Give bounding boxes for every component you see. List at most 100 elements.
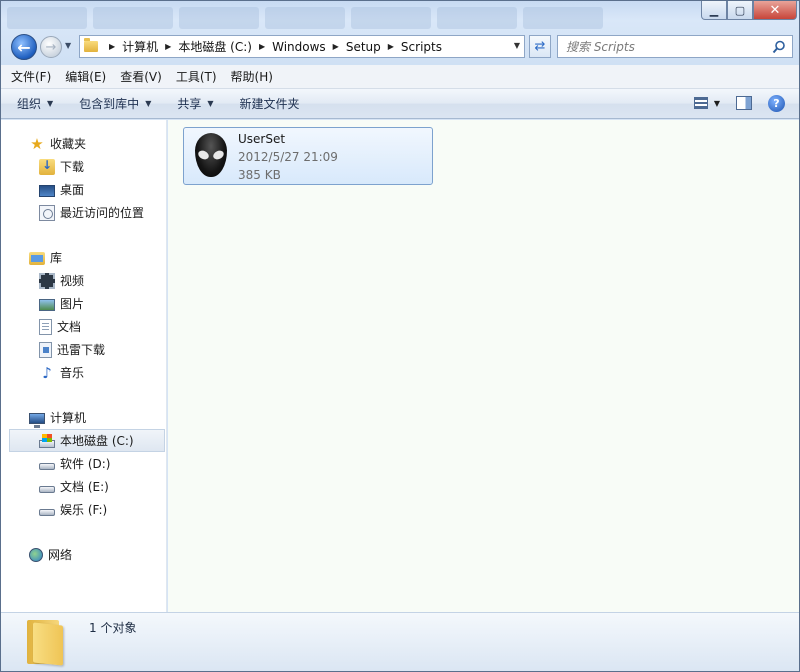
favorites-group: ★ 收藏夹 下载 桌面 最近访问的位置: [1, 132, 166, 224]
address-dropdown-icon[interactable]: ▼: [514, 41, 520, 50]
breadcrumb-computer[interactable]: 计算机: [122, 38, 158, 55]
sidebar-item-favorites[interactable]: ★ 收藏夹: [1, 132, 166, 155]
sidebar-item-pictures[interactable]: 图片: [1, 292, 166, 315]
item-count: 1 个对象: [89, 621, 137, 635]
sidebar-item-label: 图片: [60, 297, 85, 311]
sidebar-item-thunder-downloads[interactable]: 迅雷下载: [1, 338, 166, 361]
sidebar-item-drive-e[interactable]: 文档 (E:): [1, 475, 166, 498]
refresh-button[interactable]: ⇄: [529, 35, 551, 58]
libraries-group: 库 视频 图片 文档 迅雷下载 ♪ 音乐: [1, 246, 166, 384]
help-icon[interactable]: ?: [768, 94, 785, 112]
sidebar-item-videos[interactable]: 视频: [1, 269, 166, 292]
refresh-icon: ⇄: [534, 39, 546, 54]
details-pane: 1 个对象: [1, 612, 799, 671]
window-frame: ▁ ▢ ✕ ← → ▼ ▶ 计算机 ▶ 本地磁盘 (C:) ▶ Windows: [1, 1, 799, 65]
file-item-userset[interactable]: UserSet 2012/5/27 21:09 385 KB: [183, 127, 433, 185]
menu-help[interactable]: 帮助(H): [231, 68, 273, 85]
menu-tools[interactable]: 工具(T): [176, 68, 217, 85]
minimize-button[interactable]: ▁: [701, 1, 727, 20]
search-input[interactable]: [566, 39, 766, 54]
sidebar-item-music[interactable]: ♪ 音乐: [1, 361, 166, 384]
document-icon: [39, 318, 52, 335]
window-controls: ▁ ▢ ✕: [701, 1, 797, 20]
network-group: 网络: [1, 543, 166, 566]
hard-drive-icon: [39, 463, 55, 470]
computer-group: 计算机 本地磁盘 (C:) 软件 (D:) 文档 (E:) 娱乐 (F:): [1, 406, 166, 521]
menu-bar: 文件(F) 编辑(E) 查看(V) 工具(T) 帮助(H): [1, 65, 799, 89]
breadcrumb-local-disk[interactable]: 本地磁盘 (C:): [178, 38, 252, 55]
sidebar-item-label: 文档: [57, 320, 82, 334]
chevron-right-icon[interactable]: ▶: [259, 42, 265, 51]
recent-places-icon: [39, 204, 55, 221]
menu-file[interactable]: 文件(F): [11, 68, 51, 85]
file-details: UserSet 2012/5/27 21:09 385 KB: [238, 128, 338, 184]
sidebar-item-network[interactable]: 网络: [1, 543, 166, 566]
sidebar-item-recent-places[interactable]: 最近访问的位置: [1, 201, 166, 224]
address-bar[interactable]: ▶ 计算机 ▶ 本地磁盘 (C:) ▶ Windows ▶ Setup ▶ Sc…: [79, 35, 525, 58]
sidebar-item-label: 娱乐 (F:): [60, 503, 108, 517]
hard-drive-icon: [39, 486, 55, 493]
sidebar-item-label: 音乐: [60, 366, 85, 380]
sidebar-item-label: 计算机: [50, 411, 87, 425]
include-in-library-button[interactable]: 包含到库中 ▼: [79, 95, 151, 112]
sidebar-item-label: 视频: [60, 274, 85, 288]
sidebar-item-drive-d[interactable]: 软件 (D:): [1, 452, 166, 475]
chevron-right-icon[interactable]: ▶: [109, 42, 115, 51]
navigation-row: ← → ▼ ▶ 计算机 ▶ 本地磁盘 (C:) ▶ Windows ▶ Setu…: [9, 33, 793, 61]
navigation-pane: ★ 收藏夹 下载 桌面 最近访问的位置 库 视频: [1, 120, 167, 612]
change-view-button[interactable]: ▼: [694, 94, 720, 112]
breadcrumb-scripts[interactable]: Scripts: [401, 40, 442, 54]
sidebar-item-desktop[interactable]: 桌面: [1, 178, 166, 201]
picture-icon: [39, 298, 55, 311]
menu-view[interactable]: 查看(V): [120, 68, 162, 85]
organize-button[interactable]: 组织 ▼: [17, 95, 53, 112]
include-in-library-label: 包含到库中: [79, 97, 140, 111]
breadcrumb-windows[interactable]: Windows: [272, 40, 326, 54]
sidebar-item-label: 迅雷下载: [57, 343, 106, 357]
thunder-download-icon: [39, 341, 52, 358]
sidebar-item-downloads[interactable]: 下载: [1, 155, 166, 178]
history-dropdown-icon[interactable]: ▼: [65, 41, 75, 53]
chevron-right-icon[interactable]: ▶: [165, 42, 171, 51]
preview-pane-icon[interactable]: [736, 96, 752, 110]
downloads-folder-icon: [39, 158, 55, 175]
breadcrumb-setup[interactable]: Setup: [346, 40, 381, 54]
chevron-right-icon[interactable]: ▶: [388, 42, 394, 51]
new-folder-label: 新建文件夹: [239, 97, 300, 111]
sidebar-item-drive-f[interactable]: 娱乐 (F:): [1, 498, 166, 521]
sidebar-item-label: 最近访问的位置: [60, 206, 145, 220]
search-box: [557, 35, 793, 58]
chevron-right-icon[interactable]: ▶: [333, 42, 339, 51]
file-size: 385 KB: [238, 168, 281, 182]
sidebar-item-computer[interactable]: 计算机: [1, 406, 166, 429]
sidebar-item-label: 网络: [48, 548, 73, 562]
sidebar-item-label: 收藏夹: [50, 137, 87, 151]
file-modified-date: 2012/5/27 21:09: [238, 150, 338, 164]
taskbar-ghost: [1, 7, 691, 31]
explorer-window: ▁ ▢ ✕ ← → ▼ ▶ 计算机 ▶ 本地磁盘 (C:) ▶ Windows: [0, 0, 800, 672]
alien-head-icon: [194, 133, 228, 177]
forward-button[interactable]: →: [40, 36, 62, 58]
close-button[interactable]: ✕: [753, 1, 797, 20]
back-button[interactable]: ←: [11, 34, 37, 60]
folder-icon: [80, 36, 102, 57]
chevron-down-icon: ▼: [47, 99, 54, 108]
menu-edit[interactable]: 编辑(E): [65, 68, 106, 85]
sidebar-item-label: 本地磁盘 (C:): [60, 434, 134, 448]
search-icon[interactable]: [772, 40, 786, 54]
sidebar-item-label: 文档 (E:): [60, 480, 109, 494]
breadcrumb: ▶ 计算机 ▶ 本地磁盘 (C:) ▶ Windows ▶ Setup ▶ Sc…: [102, 38, 442, 55]
hard-drive-icon: [39, 509, 55, 516]
sidebar-item-label: 库: [50, 251, 63, 265]
file-name: UserSet: [238, 132, 286, 146]
new-folder-button[interactable]: 新建文件夹: [240, 95, 300, 112]
sidebar-item-local-disk-c[interactable]: 本地磁盘 (C:): [9, 429, 165, 452]
view-list-icon: [694, 97, 708, 109]
computer-icon: [29, 412, 45, 428]
sidebar-item-documents[interactable]: 文档: [1, 315, 166, 338]
sidebar-item-libraries[interactable]: 库: [1, 246, 166, 269]
file-list: UserSet 2012/5/27 21:09 385 KB: [168, 120, 799, 612]
share-button[interactable]: 共享 ▼: [177, 95, 213, 112]
maximize-button[interactable]: ▢: [727, 1, 753, 20]
organize-label: 组织: [17, 97, 42, 111]
